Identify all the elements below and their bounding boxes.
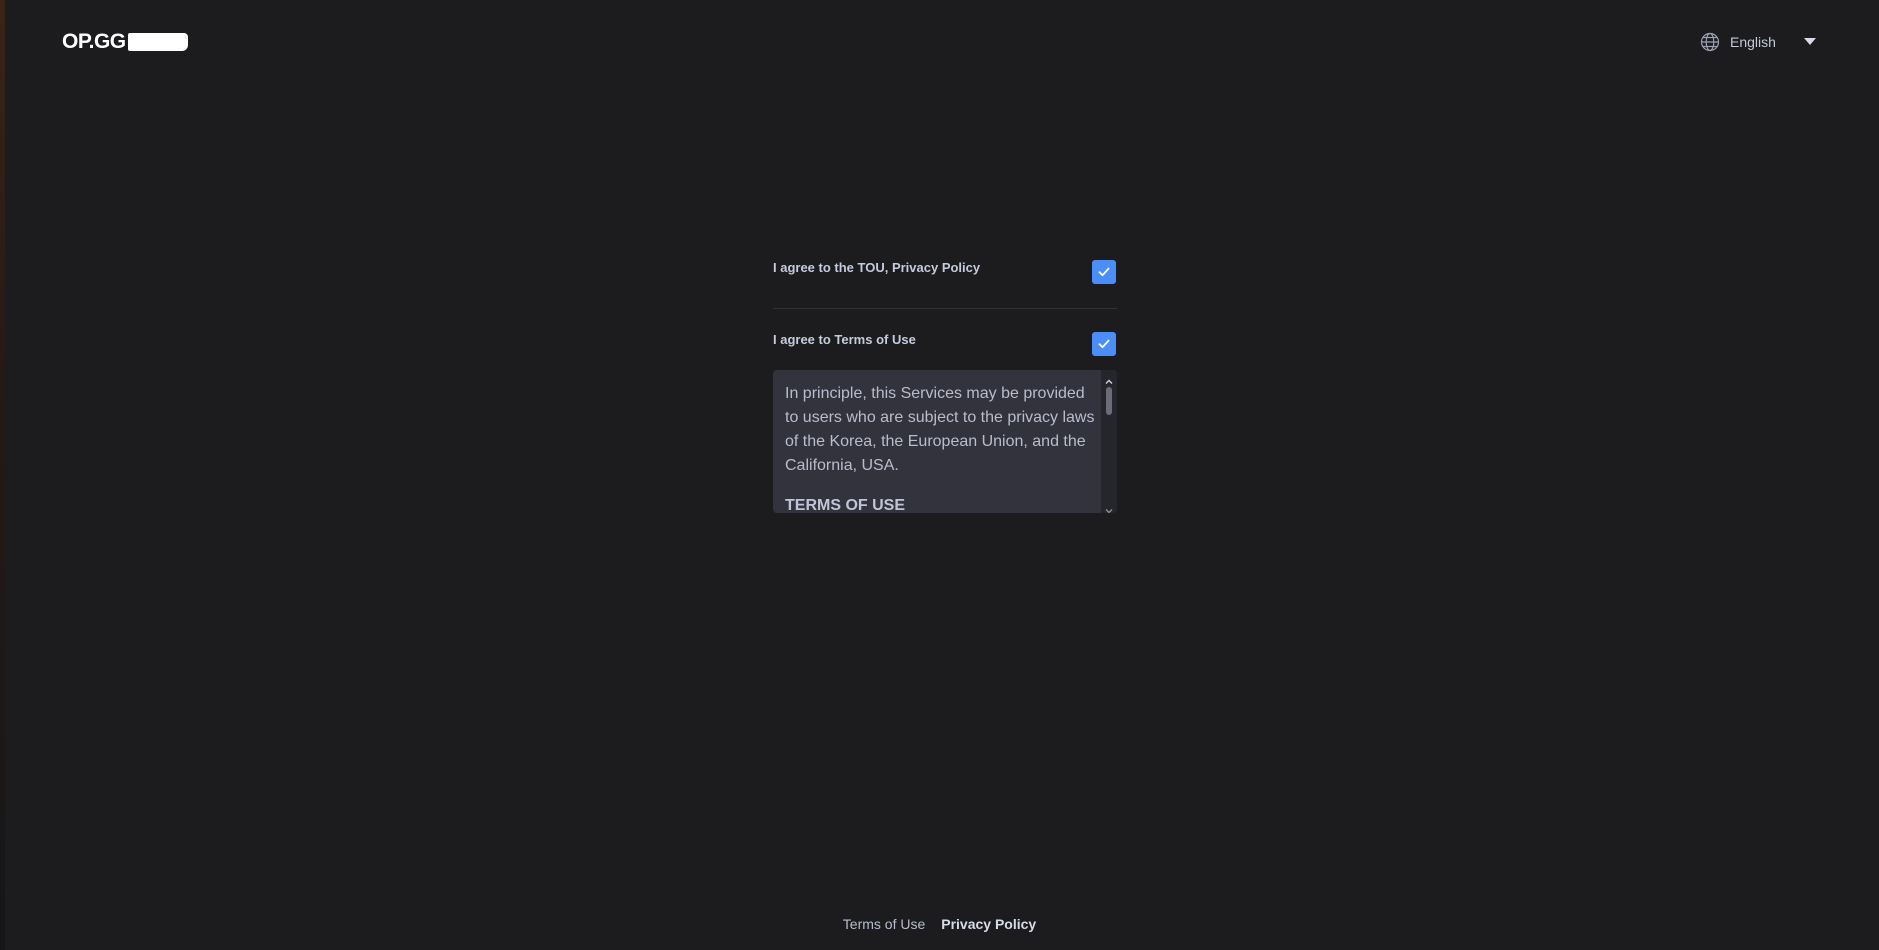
check-icon xyxy=(1098,339,1110,349)
agree-tou-privacy-row: I agree to the TOU, Privacy Policy xyxy=(773,250,1117,290)
globe-icon xyxy=(1700,32,1720,52)
divider xyxy=(773,308,1117,309)
opgg-logo[interactable]: OP.GG xyxy=(62,30,188,53)
scrollbar-thumb[interactable] xyxy=(1106,387,1112,415)
language-selector[interactable]: English xyxy=(1700,31,1816,53)
footer: Terms of Use Privacy Policy xyxy=(0,916,1879,932)
logo-badge xyxy=(127,33,188,51)
agree-terms-label: I agree to Terms of Use xyxy=(773,332,916,347)
agree-tou-privacy-label: I agree to the TOU, Privacy Policy xyxy=(773,260,981,275)
terms-heading: TERMS OF USE xyxy=(785,497,906,513)
language-label: English xyxy=(1730,34,1776,50)
footer-terms-link[interactable]: Terms of Use xyxy=(843,916,925,932)
check-icon xyxy=(1098,267,1110,277)
agree-tou-privacy-checkbox[interactable] xyxy=(1092,260,1116,284)
agree-terms-row: I agree to Terms of Use xyxy=(773,322,1117,362)
terms-text-box[interactable]: In principle, this Services may be provi… xyxy=(773,370,1117,513)
agreement-page: OP.GG English I agree to the TOU, Privac… xyxy=(0,0,1879,950)
agree-terms-checkbox[interactable] xyxy=(1092,332,1116,356)
caret-down-icon[interactable] xyxy=(1804,38,1816,45)
agreement-panel: I agree to the TOU, Privacy Policy I agr… xyxy=(773,250,1117,513)
terms-paragraph: In principle, this Services may be provi… xyxy=(785,385,1095,474)
window-edge xyxy=(0,0,5,950)
footer-privacy-link[interactable]: Privacy Policy xyxy=(941,916,1036,932)
chevron-down-icon[interactable] xyxy=(1105,502,1113,513)
logo-text: OP.GG xyxy=(62,30,126,53)
terms-content: In principle, this Services may be provi… xyxy=(785,382,1095,513)
terms-scrollbar[interactable] xyxy=(1101,370,1117,513)
chevron-up-icon[interactable] xyxy=(1105,373,1113,384)
